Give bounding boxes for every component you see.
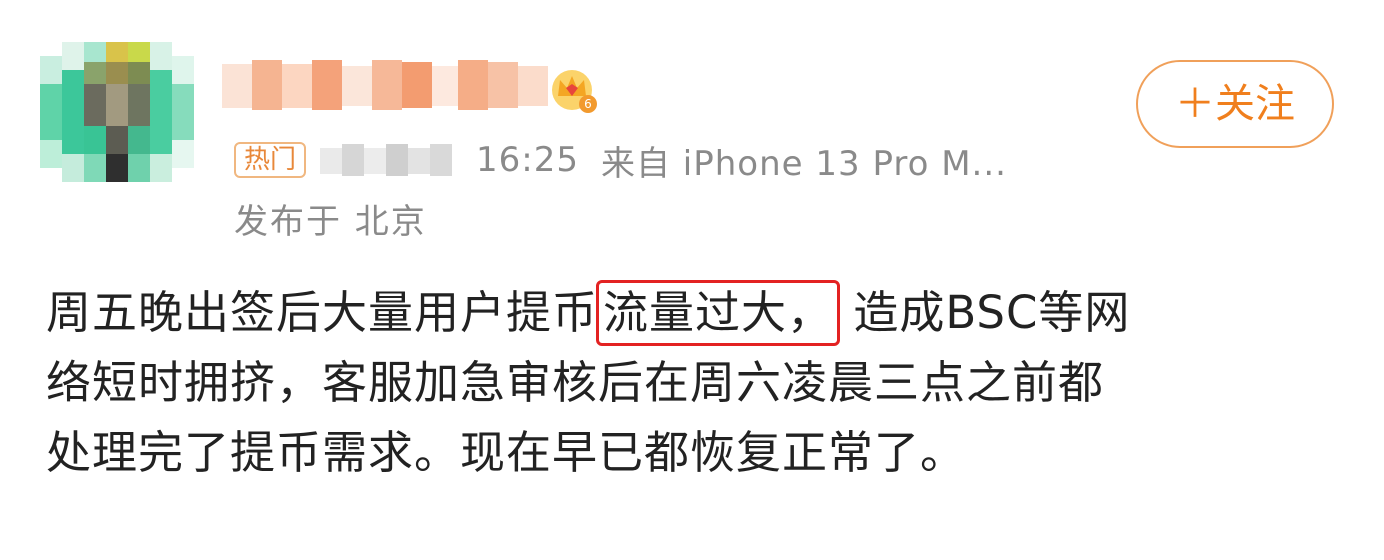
content-text: 造成BSC等网 xyxy=(838,286,1131,339)
post-source: 来自 iPhone 13 Pro M... xyxy=(601,143,1007,184)
avatar[interactable] xyxy=(40,42,194,182)
username-blurred[interactable] xyxy=(222,58,548,114)
content-text: 周五晚出签后大量用户提币 xyxy=(46,286,599,339)
highlighted-text: 流量过大， xyxy=(596,280,841,346)
follow-button[interactable]: ＋关注 xyxy=(1136,60,1334,148)
crown-badge-icon: 6 xyxy=(550,66,598,114)
content-line-3: 处理完了提币需求。现在早已都恢复正常了。 xyxy=(46,426,967,479)
svg-text:6: 6 xyxy=(584,97,592,111)
weibo-post: 6 ＋关注 热门 16:25 来自 iPhone 13 Pro M... 发布于… xyxy=(0,0,1384,560)
content-line-2: 络短时拥挤，客服加急审核后在周六凌晨三点之前都 xyxy=(46,356,1105,409)
post-time: 16:25 xyxy=(476,140,579,180)
post-location: 发布于 北京 xyxy=(234,202,427,242)
post-content: 周五晚出签后大量用户提币 流量过大， 造成BSC等网 络短时拥挤，客服加急审核后在… xyxy=(46,278,1336,488)
hot-tag[interactable]: 热门 xyxy=(234,142,307,178)
post-meta: 热门 16:25 来自 iPhone 13 Pro M... xyxy=(234,140,1007,184)
blurred-date xyxy=(320,142,460,178)
content-line-1: 周五晚出签后大量用户提币 流量过大， 造成BSC等网 xyxy=(46,278,1336,348)
